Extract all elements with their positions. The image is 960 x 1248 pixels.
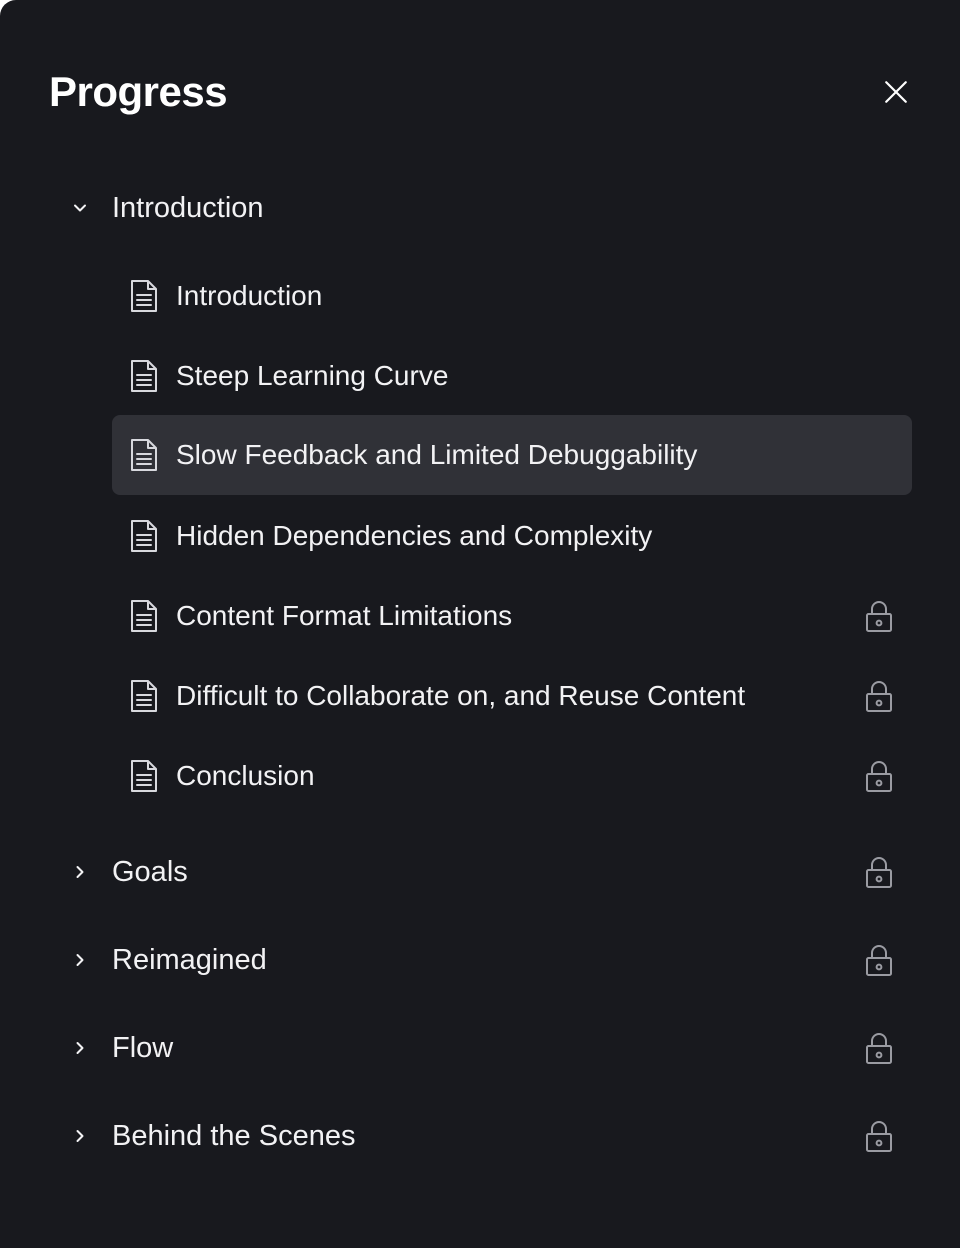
chevron-right-icon <box>60 1028 100 1068</box>
lesson-label: Introduction <box>176 280 323 311</box>
lock-icon <box>866 857 892 888</box>
section-goals[interactable]: Goals <box>60 844 912 900</box>
section-flow[interactable]: Flow <box>60 1020 912 1076</box>
chevron-down-icon <box>60 188 100 228</box>
lesson-label: Steep Learning Curve <box>176 360 449 391</box>
chevron-right-icon <box>60 852 100 892</box>
lesson-label: Difficult to Collaborate on, and Reuse C… <box>176 680 746 711</box>
lock-icon <box>866 1121 892 1152</box>
lesson-label: Content Format Limitations <box>176 600 513 631</box>
close-icon <box>885 81 907 103</box>
lock-icon <box>866 601 892 632</box>
lesson-introduction[interactable]: Introduction <box>112 256 912 336</box>
section-behind-the-scenes[interactable]: Behind the Scenes <box>60 1108 912 1164</box>
lesson-label: Hidden Dependencies and Complexity <box>176 520 653 551</box>
lesson-label: Slow Feedback and Limited Debuggability <box>176 439 698 470</box>
progress-panel: Progress Introduction Introduction Steep… <box>0 0 960 1248</box>
document-icon <box>131 520 157 552</box>
section-label: Reimagined <box>112 943 267 976</box>
chevron-right-icon <box>60 1116 100 1156</box>
section-reimagined[interactable]: Reimagined <box>60 932 912 988</box>
section-label: Flow <box>112 1031 174 1064</box>
lock-icon <box>866 1033 892 1064</box>
lesson-content-format-limitations[interactable]: Content Format Limitations <box>112 576 912 656</box>
document-icon <box>131 760 157 792</box>
lesson-difficult-to-collaborate[interactable]: Difficult to Collaborate on, and Reuse C… <box>112 656 912 736</box>
document-icon <box>131 600 157 632</box>
document-icon <box>131 439 157 471</box>
close-button[interactable] <box>874 70 918 114</box>
section-introduction[interactable]: Introduction <box>60 180 912 236</box>
section-label: Introduction <box>112 191 264 224</box>
lock-icon <box>866 761 892 792</box>
document-icon <box>131 680 157 712</box>
lock-icon <box>866 945 892 976</box>
panel-title: Progress <box>49 68 228 115</box>
chevron-right-icon <box>60 940 100 980</box>
document-icon <box>131 280 157 312</box>
document-icon <box>131 360 157 392</box>
section-label: Behind the Scenes <box>112 1119 356 1152</box>
lesson-hidden-dependencies[interactable]: Hidden Dependencies and Complexity <box>112 496 912 576</box>
lesson-slow-feedback[interactable]: Slow Feedback and Limited Debuggability <box>112 415 912 495</box>
lock-icon <box>866 681 892 712</box>
lesson-conclusion[interactable]: Conclusion <box>112 736 912 816</box>
lesson-steep-learning-curve[interactable]: Steep Learning Curve <box>112 336 912 416</box>
section-label: Goals <box>112 855 188 888</box>
lesson-label: Conclusion <box>176 760 315 791</box>
